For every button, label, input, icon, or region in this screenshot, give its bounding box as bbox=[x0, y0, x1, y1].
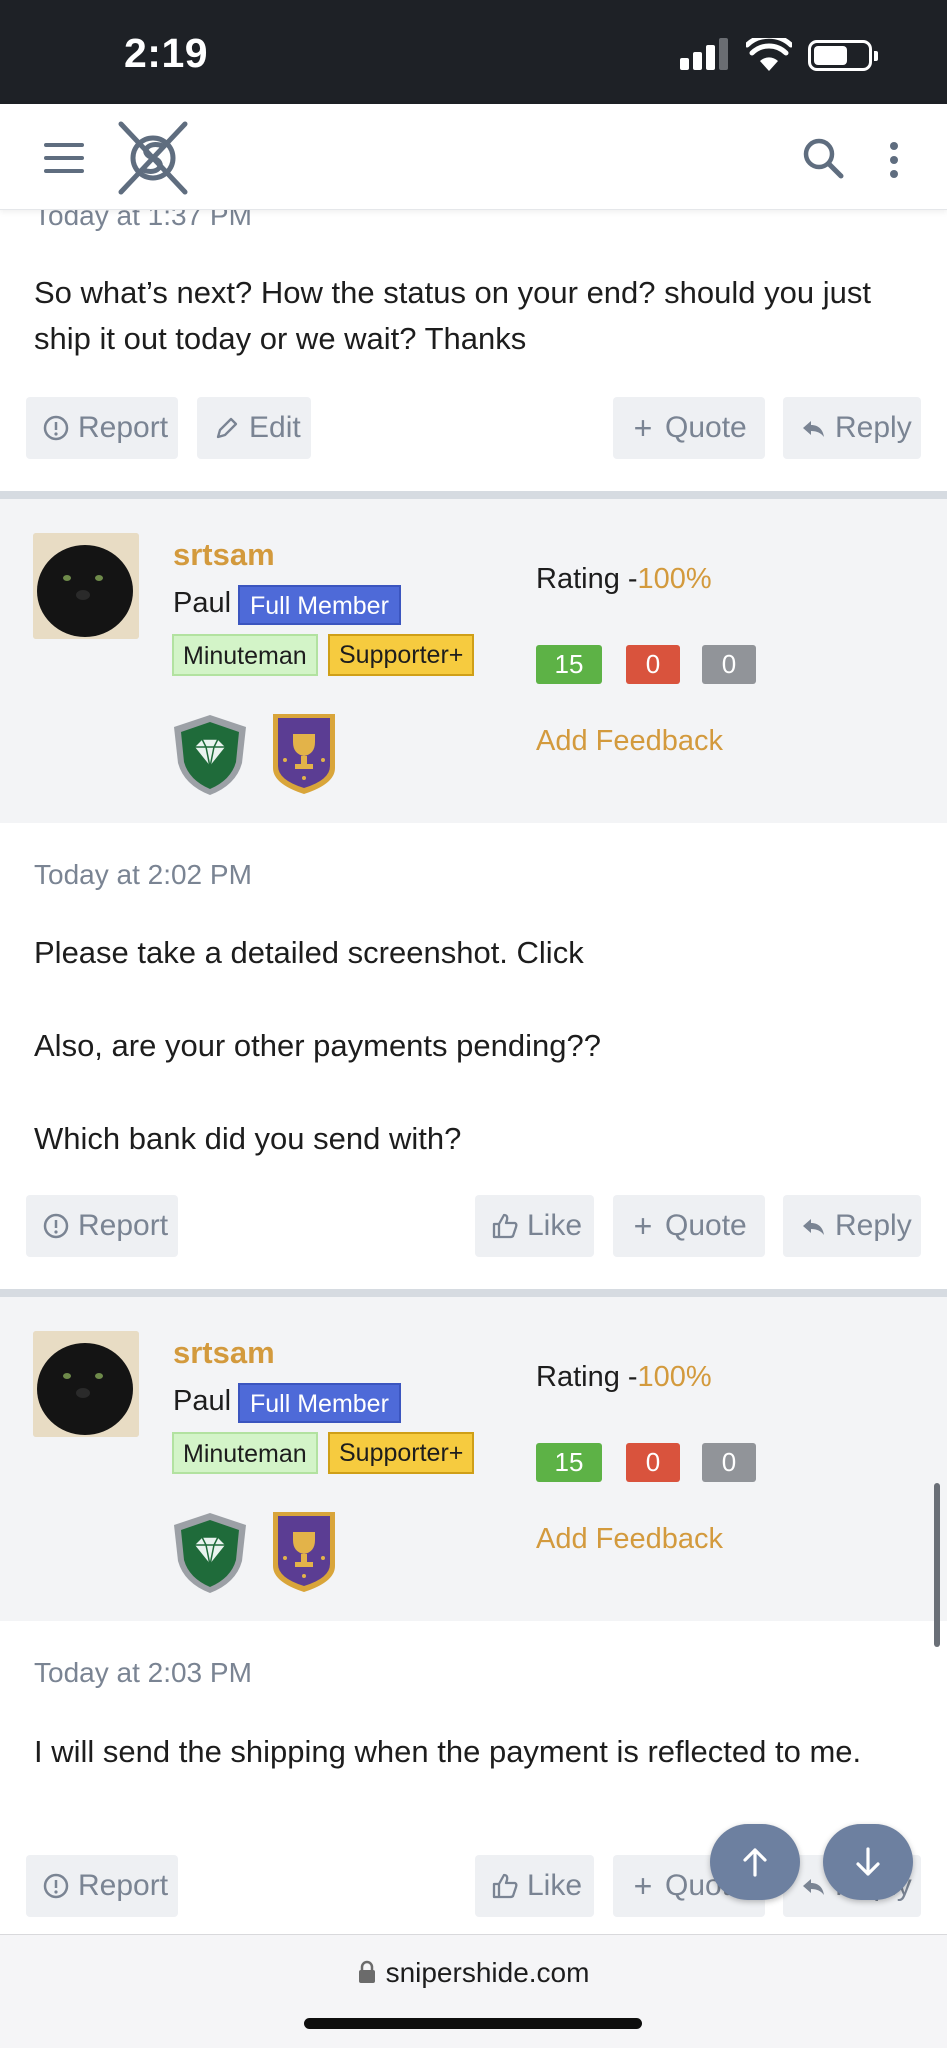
user-rating: Rating -100% bbox=[536, 563, 712, 596]
report-label: Report bbox=[78, 1869, 169, 1902]
quote-label: Quote bbox=[665, 1209, 747, 1242]
like-button[interactable]: Like bbox=[475, 1855, 594, 1917]
post-paragraph: So what’s next? How the status on your e… bbox=[34, 275, 871, 356]
user-rating: Rating -100% bbox=[536, 1361, 712, 1394]
plus-icon: + bbox=[633, 1867, 653, 1904]
scroll-to-bottom-button[interactable] bbox=[823, 1824, 913, 1900]
post-body: So what’s next? How the status on your e… bbox=[34, 270, 914, 362]
status-time: 2:19 bbox=[124, 30, 209, 76]
menu-icon[interactable] bbox=[44, 143, 84, 173]
rating-label: Rating - bbox=[536, 1361, 638, 1393]
like-button[interactable]: Like bbox=[475, 1195, 594, 1257]
reply-label: Reply bbox=[835, 1209, 912, 1242]
trophy-shield-icon bbox=[273, 714, 335, 794]
rating-value: 100% bbox=[637, 1361, 712, 1393]
add-feedback-link[interactable]: Add Feedback bbox=[536, 1523, 723, 1556]
minuteman-badge: Minuteman bbox=[172, 1432, 318, 1474]
positive-feedback-count[interactable]: 15 bbox=[536, 645, 602, 684]
reply-label: Reply bbox=[835, 411, 912, 444]
report-button[interactable]: Report bbox=[26, 1195, 178, 1257]
post-user-block: srtsam Paul Full Member Minuteman Suppor… bbox=[0, 499, 947, 823]
report-icon bbox=[42, 1872, 70, 1900]
avatar[interactable] bbox=[33, 1331, 139, 1437]
cellular-signal-icon bbox=[680, 38, 732, 70]
more-options-icon[interactable] bbox=[888, 142, 900, 178]
report-button[interactable]: Report bbox=[26, 397, 178, 459]
app-header bbox=[0, 104, 947, 210]
search-icon[interactable] bbox=[802, 137, 844, 179]
trophy-shield-icon bbox=[273, 1512, 335, 1592]
post-date: Today at 2:02 PM bbox=[34, 859, 252, 890]
arrow-down-icon bbox=[856, 1847, 880, 1876]
like-label: Like bbox=[527, 1209, 583, 1242]
status-bar: 2:19 bbox=[0, 0, 947, 104]
reply-button[interactable]: Reply bbox=[783, 1195, 921, 1257]
positive-feedback-count[interactable]: 15 bbox=[536, 1443, 602, 1482]
post-separator bbox=[0, 1289, 947, 1297]
edit-label: Edit bbox=[249, 411, 301, 444]
arrow-up-icon bbox=[743, 1848, 767, 1877]
url-display[interactable]: snipershide.com bbox=[0, 1957, 947, 1989]
neutral-feedback-count[interactable]: 0 bbox=[702, 645, 756, 684]
home-indicator[interactable] bbox=[304, 2018, 642, 2029]
scrollbar[interactable] bbox=[934, 1483, 940, 1647]
user-real-name: Paul bbox=[173, 1385, 232, 1417]
quote-button[interactable]: + Quote bbox=[613, 397, 765, 459]
quote-button[interactable]: + Quote bbox=[613, 1195, 765, 1257]
avatar[interactable] bbox=[33, 533, 139, 639]
post-body: I will send the shipping when the paymen… bbox=[34, 1729, 914, 1775]
post-body: Please take a detailed screenshot. Click… bbox=[34, 930, 914, 1162]
report-label: Report bbox=[78, 411, 169, 444]
post-paragraph: Also, are your other payments pending?? bbox=[34, 1028, 601, 1063]
lock-icon bbox=[358, 1960, 375, 1983]
post-paragraph: Which bank did you send with? bbox=[34, 1121, 462, 1156]
site-logo-icon[interactable] bbox=[117, 120, 189, 196]
plus-icon: + bbox=[633, 409, 653, 446]
post-user-block: srtsam Paul Full Member Minuteman Suppor… bbox=[0, 1297, 947, 1621]
plus-icon: + bbox=[633, 1207, 653, 1244]
negative-feedback-count[interactable]: 0 bbox=[626, 1443, 680, 1482]
minuteman-badge: Minuteman bbox=[172, 634, 318, 676]
rating-value: 100% bbox=[637, 563, 712, 595]
username-link[interactable]: srtsam bbox=[173, 537, 275, 573]
full-member-badge: Full Member bbox=[238, 585, 401, 625]
thumbs-up-icon bbox=[491, 1212, 519, 1240]
reply-button[interactable]: Reply bbox=[783, 397, 921, 459]
add-feedback-link[interactable]: Add Feedback bbox=[536, 725, 723, 758]
report-icon bbox=[42, 1212, 70, 1240]
diamond-shield-icon bbox=[174, 1513, 246, 1593]
pencil-icon bbox=[213, 414, 241, 442]
thumbs-up-icon bbox=[491, 1872, 519, 1900]
supporter-badge: Supporter+ bbox=[328, 634, 475, 676]
post-paragraph: Please take a detailed screenshot. Click bbox=[34, 935, 584, 970]
user-real-name: Paul bbox=[173, 587, 232, 619]
scroll-to-top-button[interactable] bbox=[710, 1824, 800, 1900]
quote-label: Quote bbox=[665, 411, 747, 444]
report-label: Report bbox=[78, 1209, 169, 1242]
edit-button[interactable]: Edit bbox=[197, 397, 311, 459]
post-date: Today at 2:03 PM bbox=[34, 1657, 252, 1688]
post-paragraph: I will send the shipping when the paymen… bbox=[34, 1734, 862, 1769]
post-separator bbox=[0, 491, 947, 499]
battery-icon bbox=[808, 40, 878, 71]
browser-url-bar[interactable]: snipershide.com bbox=[0, 1934, 947, 2048]
report-icon bbox=[42, 414, 70, 442]
reply-arrow-icon bbox=[799, 414, 827, 442]
like-label: Like bbox=[527, 1869, 583, 1902]
supporter-badge: Supporter+ bbox=[328, 1432, 475, 1474]
negative-feedback-count[interactable]: 0 bbox=[626, 645, 680, 684]
reply-arrow-icon bbox=[799, 1212, 827, 1240]
wifi-icon bbox=[746, 38, 792, 71]
reply-arrow-icon bbox=[799, 1872, 827, 1900]
username-link[interactable]: srtsam bbox=[173, 1335, 275, 1371]
neutral-feedback-count[interactable]: 0 bbox=[702, 1443, 756, 1482]
url-text: snipershide.com bbox=[385, 1957, 590, 1988]
full-member-badge: Full Member bbox=[238, 1383, 401, 1423]
report-button[interactable]: Report bbox=[26, 1855, 178, 1917]
rating-label: Rating - bbox=[536, 563, 638, 595]
diamond-shield-icon bbox=[174, 715, 246, 795]
